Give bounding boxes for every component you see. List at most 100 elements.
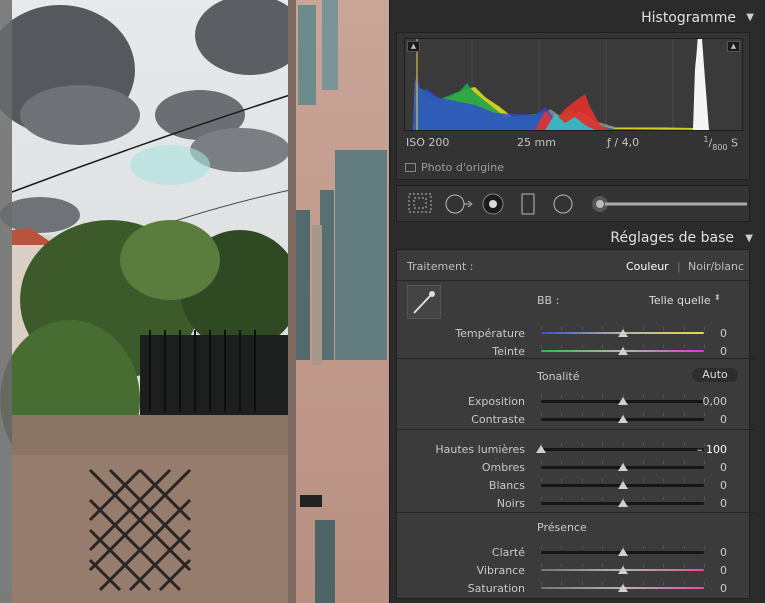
slider-value[interactable]: 0 (677, 479, 727, 492)
slider-tick (663, 395, 665, 398)
slider-thumb[interactable] (536, 445, 546, 453)
slider-row: Clarté 0 (397, 546, 749, 560)
treatment-label: Traitement : (407, 260, 474, 273)
spot-removal-tool-icon[interactable] (445, 194, 473, 214)
histogram-header[interactable]: Histogramme ▼ (390, 3, 765, 31)
collapse-triangle-icon[interactable]: ▼ (746, 12, 754, 23)
treatment-color-option[interactable]: Couleur (626, 260, 669, 273)
slider-row: Hautes lumières – 100 (397, 443, 749, 457)
slider-value[interactable]: 0 (677, 497, 727, 510)
slider-thumb[interactable] (617, 463, 628, 471)
slider-row: Blancs 0 (397, 479, 749, 493)
slider-thumb[interactable] (617, 499, 628, 507)
slider-thumb[interactable] (617, 397, 628, 405)
slider-tick (663, 327, 665, 330)
slider-value[interactable]: 0 (677, 345, 727, 358)
slider-row: Température 0 (397, 327, 749, 341)
eyedropper-glyph (413, 291, 435, 314)
slider-tick (602, 413, 604, 416)
slider-tick (581, 413, 583, 416)
slider-tick (642, 546, 644, 549)
photo-preview[interactable] (0, 0, 389, 603)
slider-thumb[interactable] (617, 481, 628, 489)
develop-panel: Histogramme ▼ ▲ ▲ ISO 200 25 mm ƒ / 4,0 … (389, 0, 765, 603)
slider-value[interactable]: 0 (677, 461, 727, 474)
photo-image (0, 0, 389, 603)
histogram-panel: ▲ ▲ ISO 200 25 mm ƒ / 4,0 1/800 S Photo … (396, 32, 750, 180)
slider-tick (622, 443, 624, 446)
histogram-graph[interactable]: ▲ ▲ (404, 38, 743, 131)
slider-tick (663, 479, 665, 482)
slider-tick (561, 395, 563, 398)
auto-button[interactable]: Auto (692, 368, 738, 382)
slider-row: Contraste 0 (397, 413, 749, 427)
slider-label: Température (455, 327, 525, 340)
tool-strip (396, 185, 750, 222)
slider-row: Teinte 0 (397, 345, 749, 359)
slider-value[interactable]: 0 (677, 582, 727, 595)
iso-value: ISO 200 (406, 136, 450, 149)
slider-value[interactable]: 0 (677, 327, 727, 340)
basic-header[interactable]: Réglages de base ▼ (390, 223, 765, 251)
tonality-label: Tonalité (537, 370, 580, 383)
highlight-clipping-icon[interactable]: ▲ (727, 41, 740, 52)
slider-tick (561, 413, 563, 416)
treatment-row: Traitement : Couleur | Noir/blanc (397, 250, 749, 281)
radial-filter-icon[interactable] (553, 194, 573, 214)
adjustment-brush-icon[interactable] (592, 196, 747, 212)
slider-thumb[interactable] (617, 548, 628, 556)
slider-tick (561, 443, 563, 446)
eyedropper-icon[interactable] (407, 285, 441, 319)
collapse-triangle-icon[interactable]: ▼ (745, 233, 753, 244)
slider-tick (642, 345, 644, 348)
shadow-clipping-icon[interactable]: ▲ (407, 41, 420, 52)
slider-thumb[interactable] (617, 584, 628, 592)
slider-label: Blancs (488, 479, 525, 492)
slider-tick (663, 443, 665, 446)
slider-tick (561, 497, 563, 500)
wb-value-dropdown[interactable]: Telle quelle (649, 294, 711, 307)
dropdown-arrow-icon[interactable]: ⬍ (714, 293, 721, 302)
slider-tick (541, 327, 542, 330)
slider-tick (663, 461, 665, 464)
histogram-chart (413, 39, 710, 130)
slider-tick (541, 345, 542, 348)
slider-label: Exposition (467, 395, 525, 408)
slider-tick (581, 345, 583, 348)
slider-value[interactable]: 0,00 (677, 395, 728, 408)
slider-tick (541, 413, 542, 416)
slider-value[interactable]: 0 (677, 413, 727, 426)
crop-tool-icon[interactable] (408, 193, 432, 213)
slider-thumb[interactable] (617, 566, 628, 574)
slider-row: Noirs 0 (397, 497, 749, 511)
red-eye-tool-icon[interactable] (482, 193, 504, 215)
slider-label: Clarté (491, 546, 525, 559)
slider-thumb[interactable] (617, 329, 628, 337)
slider-tick (642, 479, 644, 482)
graduated-filter-icon[interactable] (521, 193, 535, 215)
slider-tick (663, 582, 665, 585)
slider-label: Noirs (496, 497, 525, 510)
slider-value[interactable]: – 100 (677, 443, 727, 456)
slider-thumb[interactable] (617, 347, 628, 355)
slider-value[interactable]: 0 (677, 564, 727, 577)
slider-label: Ombres (481, 461, 525, 474)
slider-tick (561, 345, 563, 348)
slider-row: Exposition 0,00 (397, 395, 749, 409)
slider-tick (581, 395, 583, 398)
slider-label: Teinte (492, 345, 525, 358)
slider-row: Ombres 0 (397, 461, 749, 475)
basic-title: Réglages de base (610, 230, 734, 246)
slider-tick (581, 497, 583, 500)
slider-thumb[interactable] (617, 415, 628, 423)
slider-tick (663, 497, 665, 500)
treatment-bw-option[interactable]: Noir/blanc (688, 260, 744, 273)
original-photo-checkbox[interactable] (405, 163, 416, 172)
slider-value[interactable]: 0 (677, 546, 727, 559)
slider-tick (541, 479, 542, 482)
slider-tick (541, 546, 542, 549)
slider-tick (602, 479, 604, 482)
slider-tick (561, 461, 563, 464)
slider-tick (602, 345, 604, 348)
tool-icons (408, 193, 747, 215)
